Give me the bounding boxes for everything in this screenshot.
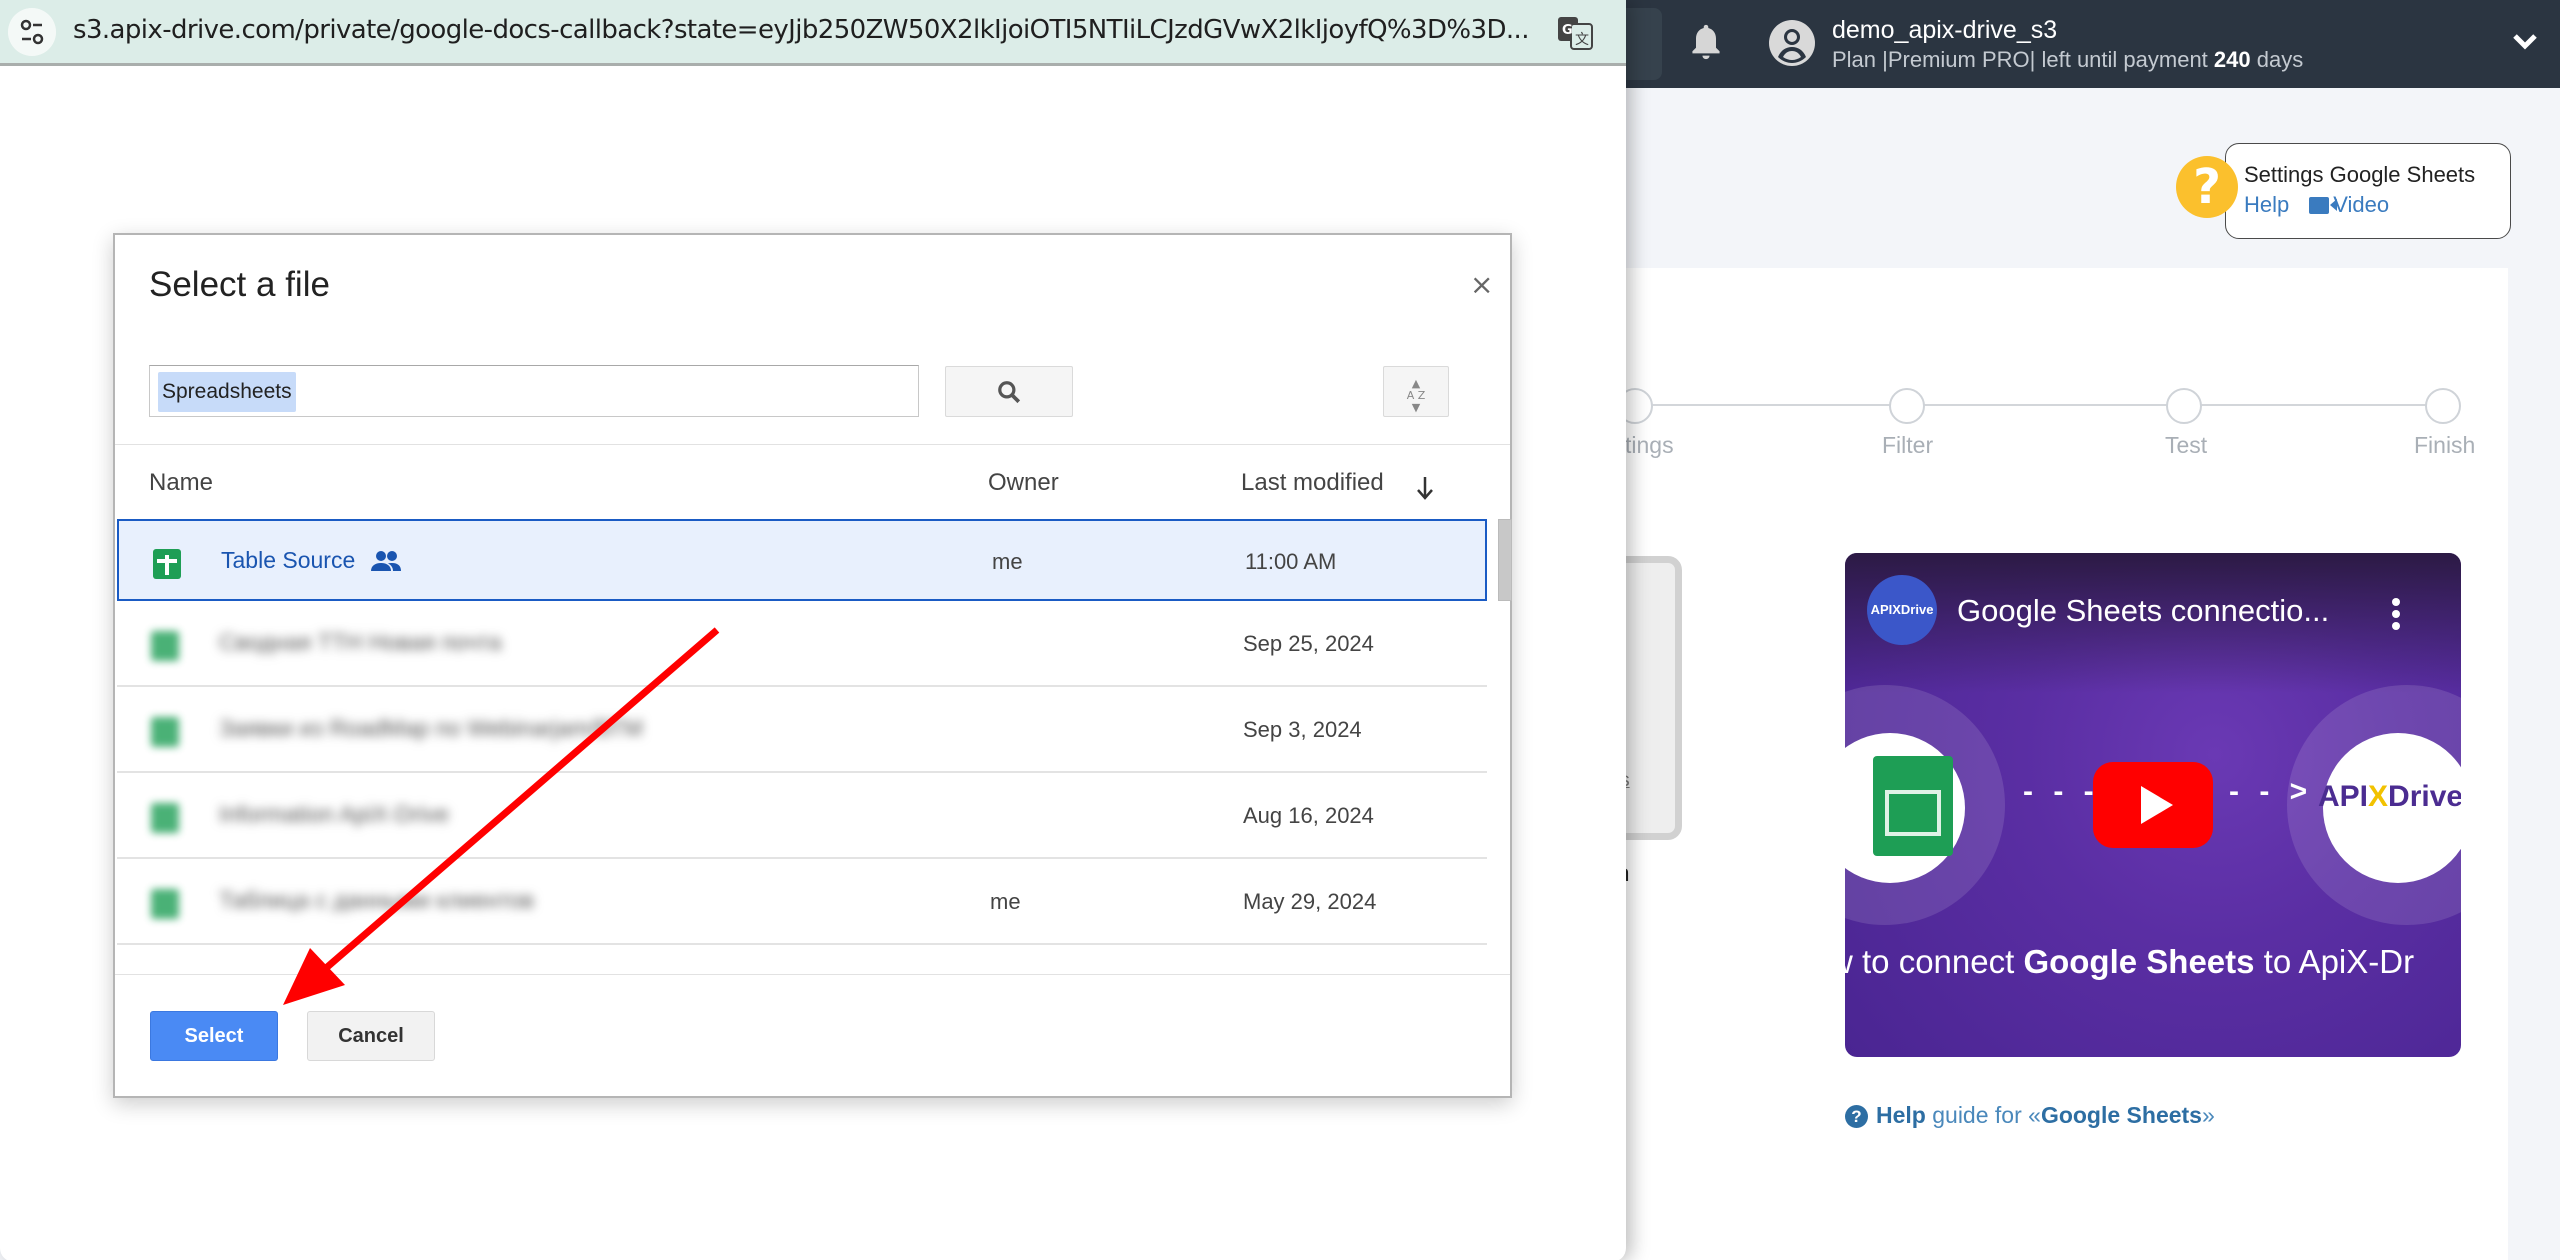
help-box-title: Settings Google Sheets <box>2244 162 2476 187</box>
tune-icon[interactable] <box>8 8 56 56</box>
svg-text:文: 文 <box>1575 32 1589 48</box>
youtube-play-icon[interactable] <box>2093 762 2213 848</box>
plan-suffix: days <box>2250 47 2304 72</box>
video-camera-icon <box>2309 197 2338 214</box>
channel-avatar[interactable]: APIXDrive <box>1867 575 1937 645</box>
shared-people-icon <box>371 551 401 571</box>
bell-icon[interactable] <box>1688 22 1724 62</box>
url-text[interactable]: s3.apix-drive.com/private/google-docs-ca… <box>73 15 1529 45</box>
help-guide-service: Google Sheets <box>2040 1102 2202 1128</box>
file-owner: me <box>992 549 1023 574</box>
file-modified: 11:00 AM <box>1245 549 1337 574</box>
video-caption: w to connect Google Sheets to ApiX-Dr <box>1845 943 2414 981</box>
cancel-button[interactable]: Cancel <box>307 1011 435 1061</box>
sort-down-icon: ▼ <box>1411 401 1421 414</box>
divider <box>115 974 1510 975</box>
more-vert-icon[interactable] <box>2391 597 2401 631</box>
search-input[interactable]: Spreadsheets <box>149 365 919 417</box>
step-label-settings: tings <box>1625 432 1674 458</box>
dialog-title: Select a file <box>149 265 330 304</box>
file-row[interactable]: Table Source me 11:00 AM <box>117 519 1487 601</box>
apixdrive-logo: APIXDrive <box>2318 780 2461 814</box>
step-dot-finish[interactable] <box>2425 388 2461 424</box>
dashed-connector-left: - - - <box>2023 775 2100 808</box>
search-icon <box>998 381 1021 404</box>
file-row[interactable]: Заявки из RoadMap по Webinarjam/ВТМ Sep … <box>117 689 1487 773</box>
file-modified: May 29, 2024 <box>1243 889 1377 914</box>
plan-days: 240 <box>2213 47 2251 72</box>
scrollbar-thumb[interactable] <box>1498 519 1512 601</box>
file-name: Information ApiX-Drive <box>219 801 450 827</box>
file-name: Таблица с данными клиентов <box>219 887 535 913</box>
user-plan: Plan |Premium PRO| left until payment 24… <box>1832 47 2303 73</box>
step-label-filter: Filter <box>1882 432 1934 458</box>
file-name: Заявки из RoadMap по Webinarjam/ВТМ <box>219 715 643 741</box>
help-guide-end: » <box>2201 1102 2215 1128</box>
help-circle-icon: ? <box>1845 1105 1868 1128</box>
file-name: Сводная ТТН Новая почта <box>219 629 502 655</box>
google-sheets-file-icon <box>151 889 179 919</box>
translate-icon[interactable]: G 文 <box>1557 16 1593 50</box>
google-sheets-file-icon <box>151 631 179 661</box>
file-list: Table Source me 11:00 AM Сводная ТТН Нов… <box>117 519 1507 969</box>
chevron-down-icon[interactable] <box>2512 32 2538 52</box>
user-name: demo_apix-drive_s3 <box>1832 16 2058 44</box>
search-value: Spreadsheets <box>158 372 296 412</box>
video-title[interactable]: Google Sheets connectio... <box>1957 593 2329 629</box>
question-icon: ? <box>2176 156 2238 218</box>
file-modified: Sep 25, 2024 <box>1243 631 1374 656</box>
help-guide-link[interactable]: ? Help guide for «Google Sheets» <box>1845 1102 2215 1129</box>
popup-window: s3.apix-drive.com/private/google-docs-ca… <box>0 0 1626 1260</box>
file-modified: Sep 3, 2024 <box>1243 717 1362 742</box>
column-header-owner[interactable]: Owner <box>988 469 1059 497</box>
column-header-last-modified[interactable]: Last modified <box>1241 469 1384 497</box>
help-link[interactable]: Help <box>2244 192 2289 217</box>
address-bar[interactable]: s3.apix-drive.com/private/google-docs-ca… <box>0 0 1626 66</box>
file-row[interactable]: Таблица с данными клиентов me May 29, 20… <box>117 861 1487 945</box>
step-dot-filter[interactable] <box>1889 388 1925 424</box>
help-guide-text: guide for « <box>1925 1102 2041 1128</box>
logo-drive: Drive <box>2388 780 2461 813</box>
file-name: Table Source <box>221 547 356 573</box>
video-link[interactable]: Video <box>2333 192 2389 217</box>
google-sheets-file-icon <box>151 803 179 833</box>
sheets-glyph-bar <box>157 559 177 563</box>
file-row[interactable]: Сводная ТТН Новая почта Sep 25, 2024 <box>117 603 1487 687</box>
sheets-grid-icon <box>1885 790 1941 836</box>
sheets-glyph <box>165 555 169 575</box>
arrow-down-icon[interactable] <box>1415 475 1435 501</box>
file-row[interactable]: Information ApiX-Drive Aug 16, 2024 <box>117 775 1487 859</box>
select-button[interactable]: Select <box>150 1011 278 1061</box>
logo-api: API <box>2318 780 2369 813</box>
logo-x: X <box>2368 780 2389 813</box>
video-thumbnail[interactable]: APIXDrive Google Sheets connectio... - -… <box>1845 553 2461 1057</box>
search-button[interactable] <box>945 366 1073 417</box>
sort-az-button[interactable]: ▲ A Z ▼ <box>1383 366 1449 417</box>
svg-text:G: G <box>1562 23 1573 38</box>
caption-pre: w to connect <box>1845 943 2024 980</box>
step-label-finish: Finish <box>2414 432 2476 458</box>
stepper-line <box>1620 404 2440 406</box>
file-picker-dialog: Select a file × Spreadsheets ▲ A Z ▼ Nam… <box>113 233 1512 1098</box>
column-header-name[interactable]: Name <box>149 469 213 497</box>
help-box: Settings Google Sheets Help Video <box>2225 143 2511 239</box>
step-label-test: Test <box>2165 432 2208 458</box>
step-dot-test[interactable] <box>2166 388 2202 424</box>
caption-post: to ApiX-Dr <box>2254 943 2415 980</box>
file-modified: Aug 16, 2024 <box>1243 803 1374 828</box>
avatar-icon[interactable] <box>1768 18 1816 68</box>
close-button[interactable]: × <box>1470 268 1493 301</box>
caption-bold: Google Sheets <box>2023 943 2255 980</box>
plan-text: Plan |Premium PRO| left until payment <box>1832 47 2214 72</box>
google-sheets-file-icon <box>151 717 179 747</box>
help-guide-bold: Help <box>1876 1102 1926 1128</box>
divider <box>115 444 1510 445</box>
file-owner: me <box>990 889 1021 914</box>
